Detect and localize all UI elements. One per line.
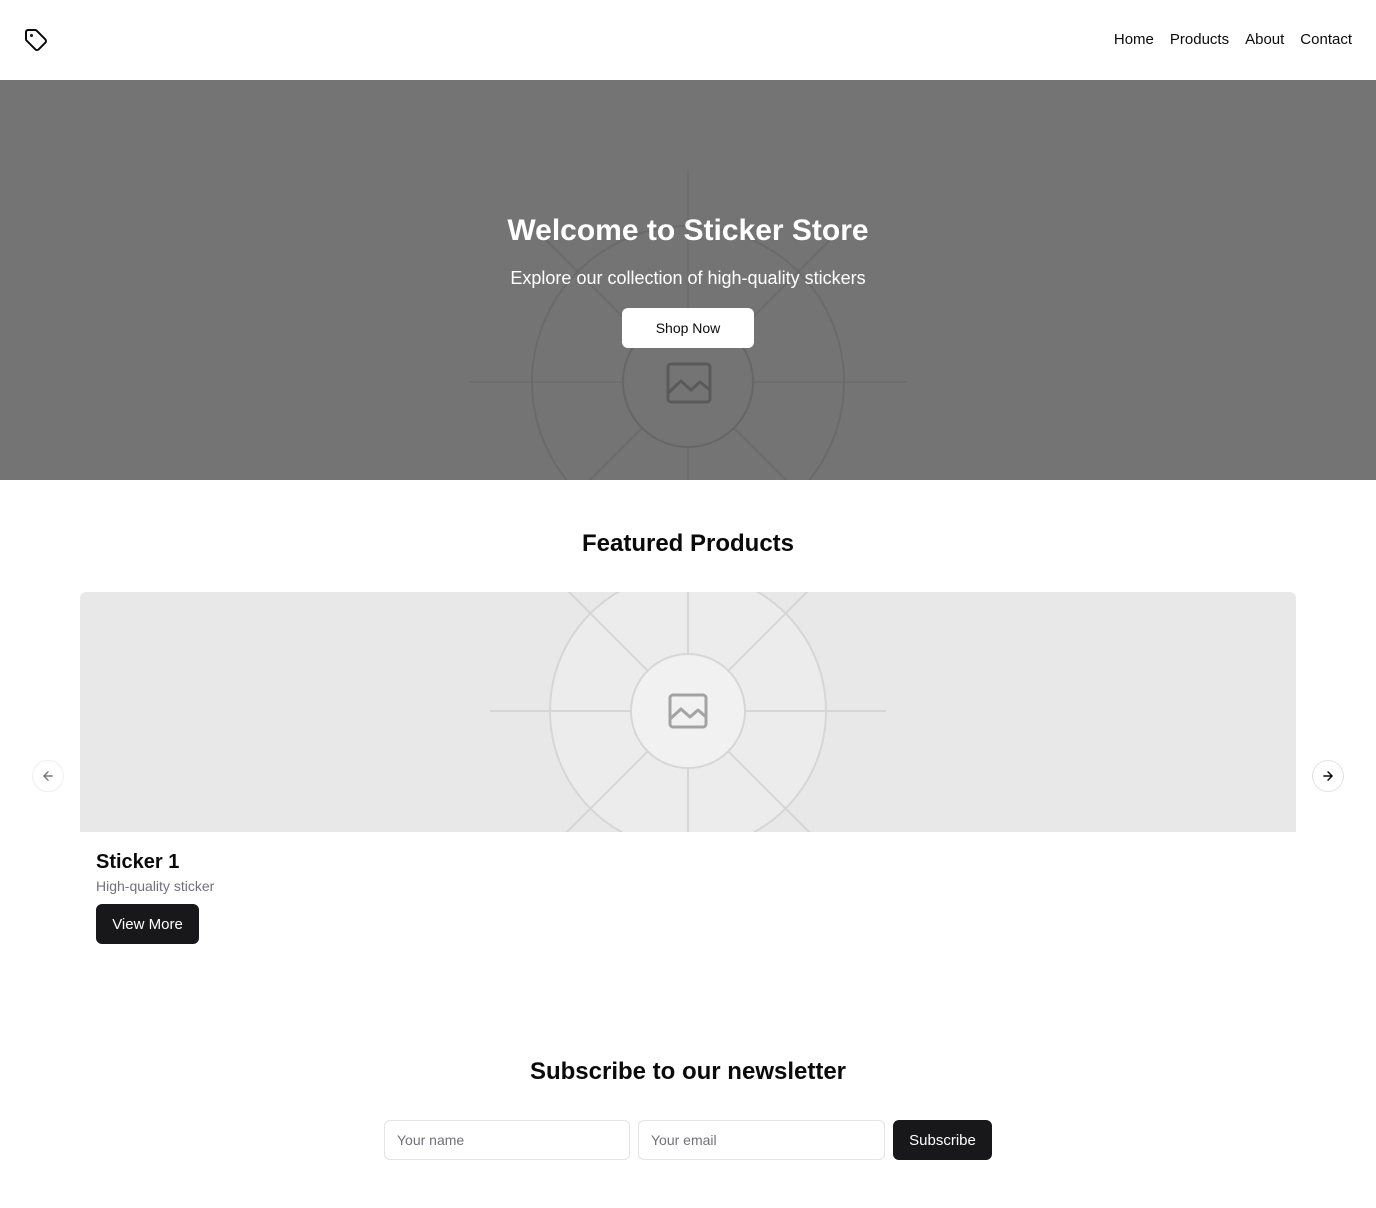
- product-name: Sticker 1: [96, 851, 180, 873]
- arrow-right-icon: [1323, 771, 1333, 781]
- hero-title: Welcome to Sticker Store: [507, 214, 869, 247]
- tag-icon[interactable]: [24, 28, 48, 52]
- product-description: High-quality sticker: [96, 878, 215, 894]
- main-nav: Home Products About Contact: [1114, 30, 1352, 50]
- nav-products-link[interactable]: Products: [1170, 30, 1229, 50]
- nav-contact-link[interactable]: Contact: [1300, 30, 1352, 50]
- email-field[interactable]: [638, 1120, 885, 1160]
- nav-about-link[interactable]: About: [1245, 30, 1284, 50]
- featured-products-heading: Featured Products: [581, 530, 795, 557]
- arrow-left-icon: [43, 771, 53, 781]
- subscribe-button[interactable]: Subscribe: [893, 1120, 992, 1160]
- site-header: Home Products About Contact: [0, 0, 1376, 80]
- newsletter-heading: Subscribe to our newsletter: [529, 1058, 847, 1085]
- hero-section: Welcome to Sticker Store Explore our col…: [0, 80, 1376, 480]
- name-field[interactable]: [384, 1120, 630, 1160]
- carousel-prev-button[interactable]: [32, 760, 64, 792]
- image-placeholder-icon: [490, 592, 886, 832]
- hero-subtitle: Explore our collection of high-quality s…: [510, 268, 866, 288]
- carousel-next-button[interactable]: [1312, 760, 1344, 792]
- shop-now-button[interactable]: Shop Now: [622, 308, 754, 348]
- nav-home-link[interactable]: Home: [1114, 30, 1154, 50]
- view-more-button[interactable]: View More: [96, 904, 199, 944]
- product-image[interactable]: [80, 592, 1296, 832]
